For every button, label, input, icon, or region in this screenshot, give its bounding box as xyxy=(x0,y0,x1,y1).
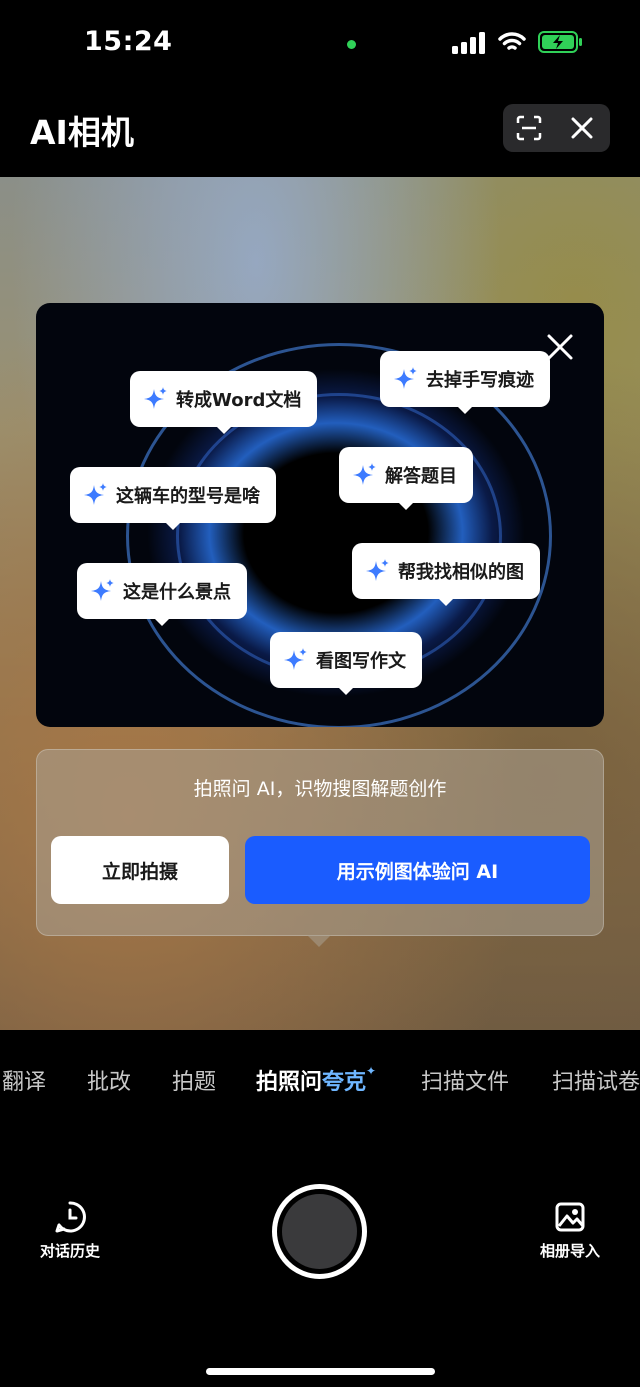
sparkle-icon xyxy=(144,387,167,409)
album-import-button[interactable]: 相册导入 xyxy=(530,1200,610,1261)
mode-tab-photo-question[interactable]: 拍题 xyxy=(172,1064,216,1096)
album-label: 相册导入 xyxy=(539,1242,600,1260)
try-sample-button[interactable]: 用示例图体验问 AI xyxy=(245,836,590,904)
close-icon[interactable] xyxy=(569,115,595,141)
suggestion-chip[interactable]: 这辆车的型号是啥 xyxy=(70,467,276,530)
clock-icon xyxy=(55,1201,86,1233)
page-title: AI相机 xyxy=(30,113,134,152)
sparkle-icon: ✦ xyxy=(366,1064,377,1078)
suggestion-chip[interactable]: 这是什么景点 xyxy=(77,563,247,626)
suggestion-text: 看图写作文 xyxy=(316,651,406,672)
mode-tab-scan-document[interactable]: 扫描文件 xyxy=(421,1064,509,1096)
suggestion-text: 去掉手写痕迹 xyxy=(426,370,534,391)
shoot-now-button[interactable]: 立即拍摄 xyxy=(51,836,229,904)
header-controls xyxy=(503,104,610,152)
suggestion-text: 这是什么景点 xyxy=(123,582,231,603)
intro-card: 拍照问 AI，识物搜图解题创作 立即拍摄 用示例图体验问 AI xyxy=(36,749,604,947)
privacy-indicator xyxy=(347,40,356,49)
mode-tabs: 翻译 批改 拍题 拍照问夸克✦ 扫描文件 扫描试卷 xyxy=(0,1058,640,1102)
sparkle-icon xyxy=(84,483,107,505)
suggestion-chip[interactable]: 转成Word文档 xyxy=(130,371,318,434)
suggestion-chip[interactable]: 看图写作文 xyxy=(270,632,422,695)
mode-tab-scan-exam[interactable]: 扫描试卷 xyxy=(552,1064,640,1096)
status-time: 15:24 xyxy=(84,26,173,57)
battery-icon xyxy=(538,31,582,53)
suggestion-text: 这辆车的型号是啥 xyxy=(116,486,260,507)
image-icon xyxy=(555,1202,585,1232)
mode-tab-ask-ai[interactable]: 拍照问夸克✦ xyxy=(256,1064,376,1096)
mode-tab-grade[interactable]: 批改 xyxy=(87,1064,131,1096)
shutter-inner xyxy=(282,1194,357,1269)
mode-tab-translate[interactable]: 翻译 xyxy=(2,1064,46,1096)
close-icon[interactable] xyxy=(546,333,574,361)
suggestion-chip[interactable]: 去掉手写痕迹 xyxy=(380,351,550,414)
signal-icon xyxy=(452,32,485,54)
sparkle-icon xyxy=(91,579,114,601)
sparkle-icon xyxy=(284,648,307,670)
ai-suggestions-panel: 转成Word文档 去掉手写痕迹 这辆车的型号是啥 解答题目 这是什么景点 帮我找… xyxy=(36,303,604,727)
chat-history-button[interactable]: 对话历史 xyxy=(30,1200,110,1261)
sparkle-icon xyxy=(366,559,389,581)
status-bar: 15:24 xyxy=(0,0,640,90)
shutter-button[interactable] xyxy=(272,1184,367,1279)
wifi-icon xyxy=(498,32,526,50)
suggestion-text: 帮我找相似的图 xyxy=(398,562,524,583)
suggestion-text: 解答题目 xyxy=(385,466,457,487)
sparkle-icon xyxy=(353,463,376,485)
scan-icon[interactable] xyxy=(515,114,543,142)
home-indicator[interactable] xyxy=(206,1368,435,1375)
brand-label: 夸克 xyxy=(322,1070,367,1095)
mode-tab-label: 拍照问 xyxy=(256,1070,323,1095)
suggestion-chip[interactable]: 帮我找相似的图 xyxy=(352,543,540,606)
suggestion-text: 转成Word文档 xyxy=(176,390,302,411)
suggestion-chip[interactable]: 解答题目 xyxy=(339,447,473,510)
intro-text: 拍照问 AI，识物搜图解题创作 xyxy=(193,778,447,800)
history-label: 对话历史 xyxy=(39,1242,100,1260)
sparkle-icon xyxy=(394,367,417,389)
